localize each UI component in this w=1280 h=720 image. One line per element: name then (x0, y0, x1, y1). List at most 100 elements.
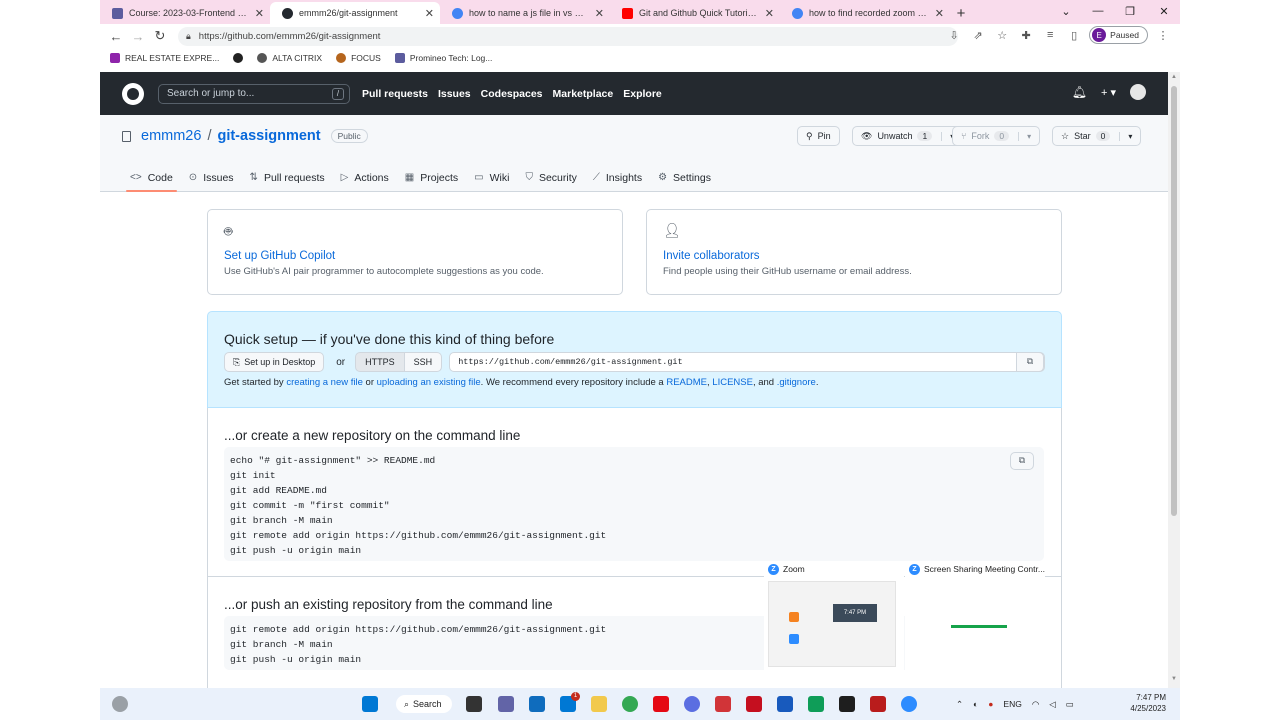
terminal-icon[interactable] (839, 696, 855, 712)
zoom-taskbar-icon[interactable] (901, 696, 917, 712)
acrobat-icon[interactable] (746, 696, 762, 712)
unwatch-button[interactable]: 👁︎Unwatch1▾ (852, 126, 964, 146)
bookmark-star-icon[interactable]: ☆ (993, 26, 1011, 44)
nav-codespaces[interactable]: Codespaces (481, 88, 543, 100)
tab-search-icon[interactable]: ⌄ (1050, 0, 1082, 22)
scrollbar-thumb[interactable] (1171, 86, 1177, 516)
tray-app-icon[interactable]: ◐ (973, 699, 978, 709)
tab-insights[interactable]: ⟋ Insights (585, 163, 650, 192)
bookmark-item[interactable]: REAL ESTATE EXPRE... (110, 53, 219, 63)
tab-actions[interactable]: ▷ Actions (333, 163, 397, 192)
chevron-down-icon[interactable]: ▾ (1119, 131, 1132, 141)
ssh-option[interactable]: SSH (404, 352, 443, 372)
copy-url-icon[interactable]: ⧉ (1016, 352, 1044, 372)
close-tab-icon[interactable]: ✕ (595, 7, 604, 20)
repo-name-link[interactable]: git-assignment (217, 128, 320, 144)
media-icon[interactable]: ≡ (1041, 26, 1059, 44)
back-icon[interactable]: ← (105, 25, 127, 47)
nav-explore[interactable]: Explore (623, 88, 662, 100)
mail-icon[interactable]: 1 (560, 692, 580, 712)
create-file-link[interactable]: creating a new file (286, 377, 363, 388)
close-tab-icon[interactable]: ✕ (425, 7, 434, 20)
profile-button[interactable]: E Paused (1089, 26, 1148, 44)
minimize-icon[interactable]: — (1082, 0, 1114, 22)
volume-icon[interactable]: ◁ (1049, 699, 1056, 710)
close-window-icon[interactable]: ✕ (1148, 0, 1180, 22)
pin-button[interactable]: ⚲ Pin (797, 126, 840, 146)
forward-icon[interactable]: → (127, 25, 149, 47)
file-explorer-icon[interactable] (591, 696, 607, 712)
close-tab-icon[interactable]: ✕ (255, 7, 264, 20)
nav-issues[interactable]: Issues (438, 88, 471, 100)
store-icon[interactable] (529, 696, 545, 712)
bookmark-item[interactable]: ALTA CITRIX (257, 53, 322, 63)
tab-wiki[interactable]: ▭ Wiki (466, 163, 517, 192)
clone-url-field[interactable]: https://github.com/emmm26/git-assignment… (449, 352, 1045, 372)
tray-overflow-icon[interactable]: ⌃ (956, 699, 963, 710)
create-new-menu[interactable]: + ▾ (1101, 86, 1116, 99)
github-search-input[interactable]: Search or jump to... / (158, 83, 350, 104)
page-scrollbar[interactable]: ▲ ▼ (1168, 72, 1180, 688)
teams-icon[interactable] (498, 696, 514, 712)
browser-tab[interactable]: Course: 2023-03-Frontend Softw ✕ (100, 2, 270, 24)
chrome-icon[interactable] (622, 696, 638, 712)
app-icon[interactable] (870, 696, 886, 712)
bookmark-item[interactable]: FOCUS (336, 53, 381, 63)
gitignore-link[interactable]: .gitignore (777, 377, 816, 388)
close-tab-icon[interactable]: ✕ (765, 7, 774, 20)
github-logo-icon[interactable] (122, 82, 144, 105)
https-option[interactable]: HTTPS (355, 352, 405, 372)
browser-menu-icon[interactable]: ⋮ (1154, 26, 1172, 44)
browser-tab[interactable]: how to find recorded zoom meet ✕ (780, 2, 950, 24)
reload-icon[interactable]: ↻ (149, 25, 171, 47)
word-icon[interactable] (777, 696, 793, 712)
netflix-icon[interactable] (653, 696, 669, 712)
setup-desktop-button[interactable]: ⎘ Set up in Desktop (224, 352, 325, 372)
wifi-icon[interactable]: ◠ (1032, 699, 1039, 710)
bookmark-item[interactable]: Promineo Tech: Log... (394, 53, 492, 63)
tab-projects[interactable]: ▦ Projects (397, 163, 466, 192)
windows-start-icon[interactable] (362, 696, 378, 712)
microphone-icon[interactable]: ● (988, 699, 993, 709)
app-icon[interactable] (715, 696, 731, 712)
copy-code-icon[interactable]: ⧉ (1010, 452, 1034, 470)
tab-settings[interactable]: ⚙ Settings (650, 163, 719, 192)
nav-marketplace[interactable]: Marketplace (553, 88, 614, 100)
install-icon[interactable]: ⇩ (945, 26, 963, 44)
extensions-icon[interactable]: ✚ (1017, 26, 1035, 44)
side-panel-icon[interactable]: ▯ (1065, 26, 1083, 44)
weather-icon[interactable] (112, 696, 128, 712)
share-icon[interactable]: ⇗ (969, 26, 987, 44)
user-avatar[interactable] (1130, 84, 1146, 100)
restore-icon[interactable]: ❐ (1114, 0, 1146, 22)
tab-issues[interactable]: ⊙ Issues (181, 163, 242, 192)
copilot-link[interactable]: Set up GitHub Copilot (224, 250, 606, 262)
invite-link[interactable]: Invite collaborators (663, 250, 1045, 262)
tab-security[interactable]: ⛉ Security (517, 163, 584, 192)
license-link[interactable]: LICENSE (712, 377, 753, 388)
tab-code[interactable]: <> Code (122, 163, 181, 192)
scroll-down-icon[interactable]: ▼ (1168, 676, 1180, 686)
close-tab-icon[interactable]: ✕ (935, 7, 944, 20)
app-icon[interactable] (808, 696, 824, 712)
tab-pull-requests[interactable]: ⇅ Pull requests (242, 163, 333, 192)
language-indicator[interactable]: ENG (1003, 699, 1021, 709)
browser-tab[interactable]: how to name a js file in vs code ✕ (440, 2, 610, 24)
star-button[interactable]: ☆ Star 0 ▾ (1052, 126, 1142, 146)
chevron-down-icon[interactable]: ▾ (1018, 131, 1031, 141)
app-icon[interactable] (684, 696, 700, 712)
bookmark-item[interactable] (233, 53, 244, 63)
browser-tab-active[interactable]: emmm26/git-assignment ✕ (270, 2, 440, 24)
scroll-up-icon[interactable]: ▲ (1168, 74, 1180, 84)
zoom-window-preview[interactable]: Z Zoom 7:47 PM (764, 561, 904, 674)
task-view-icon[interactable] (466, 696, 482, 712)
screen-sharing-window-preview[interactable]: Z Screen Sharing Meeting Contr... (905, 561, 1045, 674)
taskbar-search[interactable]: ⌕ Search (396, 695, 452, 713)
notifications-bell-icon[interactable]: 🔔︎ (1072, 85, 1087, 99)
new-tab-button[interactable]: + (950, 2, 972, 24)
upload-file-link[interactable]: uploading an existing file (377, 377, 481, 388)
battery-icon[interactable]: ▭ (1066, 699, 1074, 710)
address-bar[interactable]: 🔒︎ https://github.com/emmm26/git-assignm… (178, 27, 958, 46)
readme-link[interactable]: README (666, 377, 707, 388)
repo-owner-link[interactable]: emmm26 (141, 128, 201, 144)
